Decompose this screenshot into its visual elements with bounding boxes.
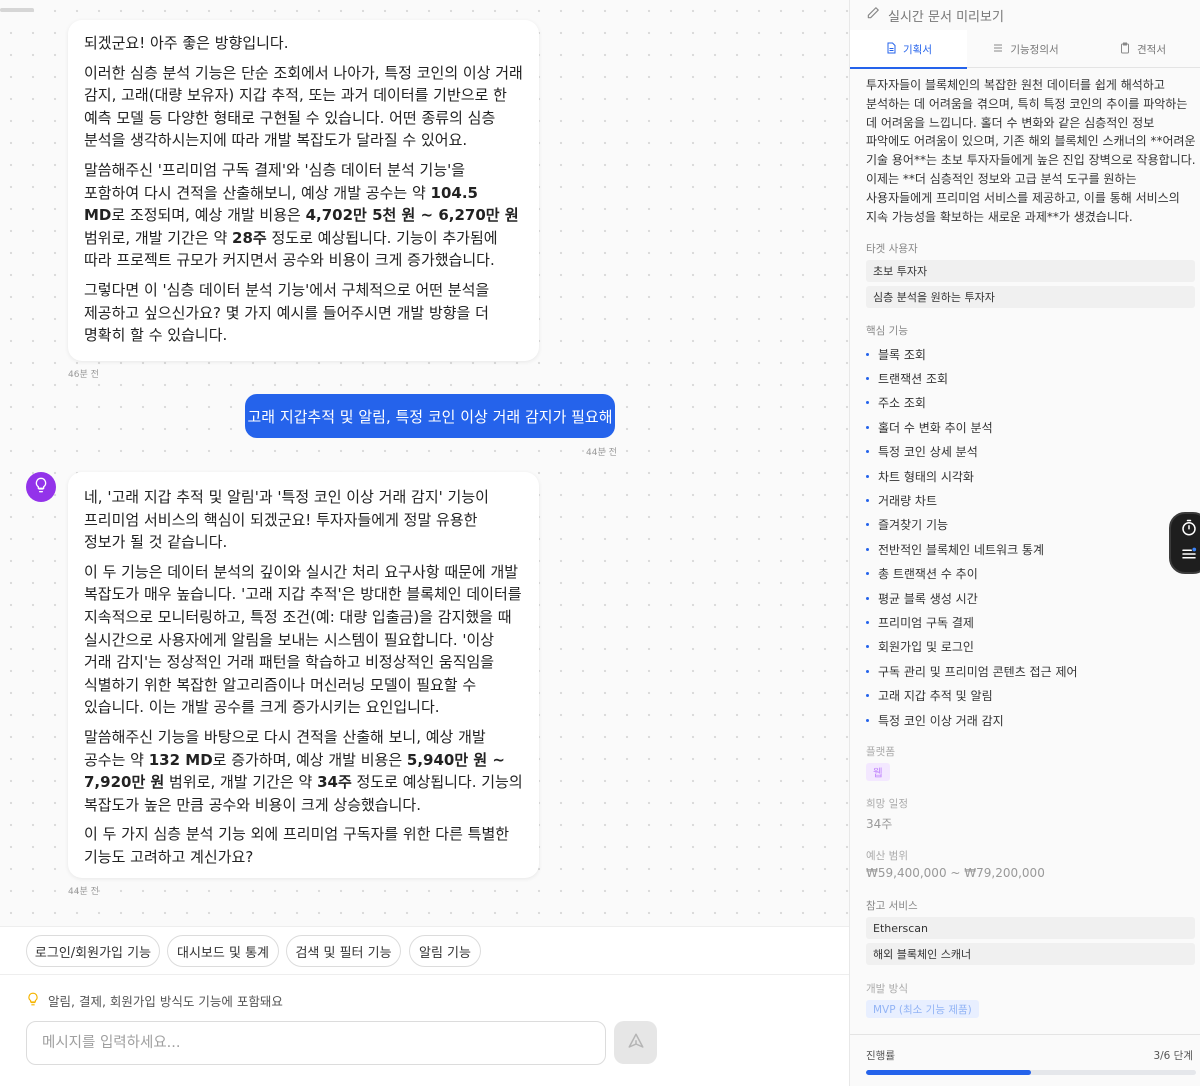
platform-tag: 웹: [866, 763, 890, 781]
section-label-target: 타겟 사용자: [866, 243, 918, 255]
pencil-icon: [866, 6, 880, 24]
timer-icon[interactable]: [1180, 519, 1198, 541]
panel-title: 실시간 문서 미리보기: [888, 9, 1004, 25]
section-label-platform: 플랫폼: [866, 746, 895, 758]
progress-bar-fill: [866, 1070, 1031, 1075]
section-label-features: 핵심 기능: [866, 325, 908, 337]
assistant-avatar: [26, 472, 56, 502]
feature-list: 블록 조회 트랜잭션 조회 주소 조회 홀더 수 변화 추이 분석 특정 코인 …: [866, 342, 1186, 732]
message-paragraph: 이 두 가지 심층 분석 기능 외에 프리미엄 구독자를 위한 다른 특별한 기…: [84, 825, 510, 866]
tab-label: 기능정의서: [1010, 43, 1059, 56]
message-paragraph: 그렇다면 이 '심층 데이터 분석 기능'에서 구체적으로 어떤 분석을 제공하…: [84, 280, 490, 345]
feature-item: 구독 관리 및 프리미엄 콘텐츠 접근 제어: [866, 659, 1186, 683]
progress-bar: [866, 1070, 1196, 1075]
composer-hint: 알림, 결제, 회원가입 방식도 기능에 포함돼요: [26, 991, 283, 1010]
message-paragraph: 이 두 기능은 데이터 분석의 깊이와 실시간 처리 요구사항 때문에 개발 복…: [84, 562, 522, 717]
message-paragraph: 되겠군요! 아주 좋은 방향입니다.: [84, 34, 289, 52]
message-paragraph: 말씀해주신 기능을 바탕으로 다시 견적을 산출해 보니, 예상 개발 공수는 …: [84, 727, 523, 814]
lightbulb-icon: [33, 477, 49, 497]
feature-item: 거래량 차트: [866, 488, 1186, 512]
target-user-item: 심층 분석을 원하는 투자자: [866, 286, 1195, 308]
chip-notification[interactable]: 알림 기능: [409, 935, 481, 967]
progress-count: 3/6 단계: [1153, 1050, 1193, 1062]
message-timestamp: 44분 전: [586, 448, 617, 458]
reference-service-item: 해외 블록체인 스캐너: [866, 943, 1195, 965]
hint-text: 알림, 결제, 회원가입 방식도 기능에 포함돼요: [48, 994, 283, 1009]
feature-item: 고래 지갑 추적 및 알림: [866, 683, 1186, 707]
feature-item: 트랜잭션 조회: [866, 366, 1186, 390]
document-preview-panel: 실시간 문서 미리보기 기획서 기능정의서 견적서 투자자들이 블록체인의 복잡…: [849, 0, 1200, 1086]
assistant-message: 네, '고래 지갑 추적 및 알림'과 '특정 코인 이상 거래 감지' 기능이…: [68, 472, 539, 878]
send-button[interactable]: [614, 1021, 657, 1064]
schedule-value: 34주: [866, 817, 893, 831]
feature-item: 즐겨찾기 기능: [866, 513, 1186, 537]
menu-list-icon[interactable]: [1180, 545, 1198, 567]
feature-item: 주소 조회: [866, 391, 1186, 415]
problem-description: 투자자들이 블록체인의 복잡한 원천 데이터를 쉽게 해석하고 분석하는 데 어…: [866, 78, 1196, 224]
assistant-message: 되겠군요! 아주 좋은 방향입니다. 이러한 심층 분석 기능은 단순 조회에서…: [68, 20, 539, 361]
method-tag: MVP (최소 기능 제품): [866, 1000, 979, 1018]
drag-handle[interactable]: [0, 8, 34, 12]
chip-login-signup[interactable]: 로그인/회원가입 기능: [26, 935, 160, 967]
section-label-method: 개발 방식: [866, 983, 908, 995]
suggestion-chips: 로그인/회원가입 기능 대시보드 및 통계 검색 및 필터 기능 알림 기능: [0, 926, 849, 974]
feature-item: 총 트랜잭션 수 추이: [866, 562, 1186, 586]
tab-plan[interactable]: 기획서: [850, 30, 967, 69]
tab-label: 견적서: [1137, 43, 1166, 56]
document-icon: [885, 42, 897, 57]
chip-dashboard-stats[interactable]: 대시보드 및 통계: [167, 935, 279, 967]
feature-item: 차트 형태의 시각화: [866, 464, 1186, 488]
list-icon: [992, 42, 1004, 57]
feature-item: 특정 코인 이상 거래 감지: [866, 708, 1186, 732]
feature-item: 전반적인 블록체인 네트워크 통계: [866, 537, 1186, 561]
floating-toolbar[interactable]: [1169, 512, 1200, 574]
reference-service-item: Etherscan: [866, 917, 1195, 939]
feature-item: 회원가입 및 로그인: [866, 635, 1186, 659]
feature-item: 평균 블록 생성 시간: [866, 586, 1186, 610]
message-paragraph: 말씀해주신 '프리미엄 구독 결제'와 '심층 데이터 분석 기능'을 포함하여…: [84, 160, 519, 270]
message-paragraph: 네, '고래 지갑 추적 및 알림'과 '특정 코인 이상 거래 감지' 기능이…: [84, 488, 489, 552]
message-timestamp: 46분 전: [68, 370, 99, 380]
message-paragraph: 이러한 심층 분석 기능은 단순 조회에서 나아가, 특정 코인의 이상 거래 …: [84, 63, 523, 150]
lightbulb-icon: [26, 992, 40, 1009]
budget-value: ₩59,400,000 ~ ₩79,200,000: [866, 866, 1045, 880]
tab-estimate[interactable]: 견적서: [1084, 30, 1200, 68]
section-label-reference: 참고 서비스: [866, 900, 918, 912]
send-icon: [627, 1032, 645, 1054]
tab-label: 기획서: [903, 43, 932, 56]
composer: 알림, 결제, 회원가입 방식도 기능에 포함돼요: [0, 974, 849, 1086]
clipboard-icon: [1119, 42, 1131, 57]
document-tabs: 기획서 기능정의서 견적서: [850, 30, 1200, 69]
message-input[interactable]: [26, 1021, 606, 1065]
user-message: 고래 지갑추적 및 알림, 특정 코인 이상 거래 감지가 필요해: [245, 394, 615, 438]
feature-item: 프리미엄 구독 결제: [866, 610, 1186, 634]
tab-spec[interactable]: 기능정의서: [967, 30, 1084, 68]
progress-label: 진행률: [866, 1050, 895, 1062]
feature-item: 블록 조회: [866, 342, 1186, 366]
progress-section: 진행률 3/6 단계: [850, 1034, 1200, 1086]
message-timestamp: 44분 전: [68, 887, 99, 897]
target-user-item: 초보 투자자: [866, 260, 1195, 282]
feature-item: 홀더 수 변화 추이 분석: [866, 415, 1186, 439]
section-label-budget: 예산 범위: [866, 850, 908, 862]
panel-header: 실시간 문서 미리보기: [850, 0, 1200, 30]
chat-area: 되겠군요! 아주 좋은 방향입니다. 이러한 심층 분석 기능은 단순 조회에서…: [0, 0, 849, 1086]
section-label-schedule: 희망 일정: [866, 798, 908, 810]
chip-search-filter[interactable]: 검색 및 필터 기능: [286, 935, 401, 967]
feature-item: 특정 코인 상세 분석: [866, 440, 1186, 464]
